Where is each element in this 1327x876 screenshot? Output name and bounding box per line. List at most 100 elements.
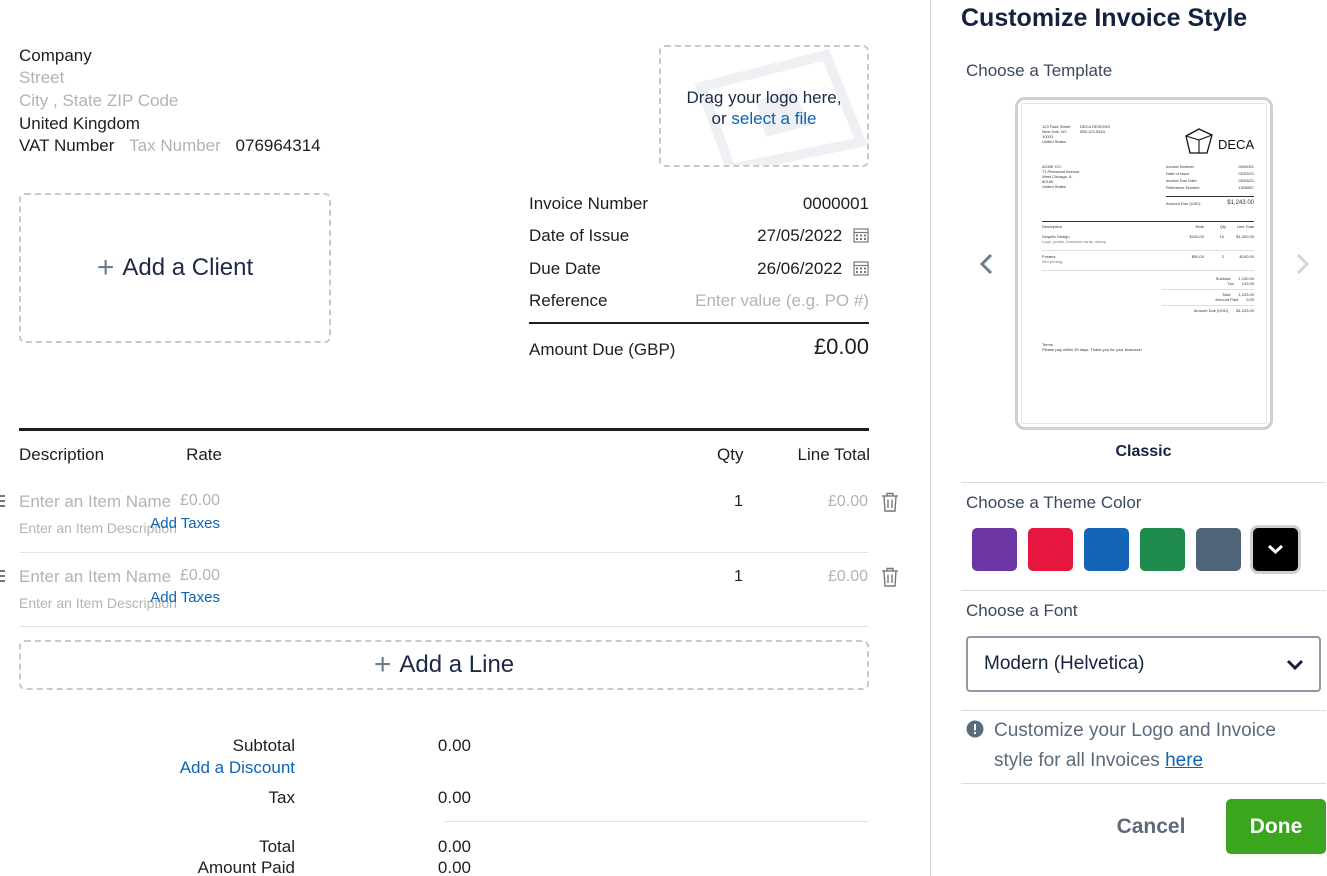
- logo-dropzone[interactable]: Drag your logo here, or select a file: [659, 45, 869, 167]
- preview-text: 10: [1219, 234, 1224, 239]
- item-rate-field[interactable]: £0.00: [180, 567, 220, 585]
- chevron-left-icon[interactable]: [975, 250, 999, 278]
- preview-text: Reference Number: [1166, 185, 1200, 190]
- color-swatch-red[interactable]: [1028, 528, 1073, 571]
- theme-color-label: Choose a Theme Color: [966, 493, 1142, 512]
- due-date-label: Due Date: [529, 259, 601, 278]
- preview-text: Tax: [1227, 281, 1234, 286]
- select-file-link[interactable]: select a file: [731, 109, 816, 128]
- vat-value[interactable]: 076964314: [236, 136, 321, 155]
- panel-title: Customize Invoice Style: [961, 4, 1248, 32]
- calendar-icon[interactable]: [853, 227, 869, 243]
- preview-text: 2: [1221, 254, 1224, 259]
- item-name-field[interactable]: Enter an Item Name: [19, 567, 171, 587]
- reference-field[interactable]: Enter value (e.g. PO #): [695, 289, 869, 313]
- add-discount-link[interactable]: Add a Discount: [180, 758, 295, 778]
- font-select-value: Modern (Helvetica): [984, 653, 1145, 674]
- item-name-field[interactable]: Enter an Item Name: [19, 492, 171, 512]
- preview-text: United States: [1042, 184, 1067, 189]
- preview-text: Amount Due (USD): [1193, 308, 1229, 313]
- color-swatch-purple[interactable]: [972, 528, 1017, 571]
- preview-text: $1,243.00: [1227, 200, 1254, 206]
- preview-to: ACME CO. 71 Pinewood Avenue West Chicago…: [1042, 164, 1080, 189]
- trash-icon[interactable]: [881, 567, 899, 587]
- preview-text: 555-123-5344: [1080, 129, 1105, 134]
- totals-divider: [444, 821, 869, 822]
- preview-logo-text: DECA: [1218, 137, 1255, 152]
- street-field[interactable]: Street: [19, 67, 64, 89]
- add-client-button[interactable]: + Add a Client: [19, 193, 331, 343]
- color-swatch-green[interactable]: [1140, 528, 1185, 571]
- drag-handle-icon[interactable]: [0, 495, 5, 508]
- preview-text: Idrn printng: [1042, 259, 1063, 264]
- preview-text: $50.00: [1191, 254, 1204, 259]
- country-field[interactable]: United Kingdom: [19, 113, 140, 135]
- date-of-issue-value: 27/05/2022: [757, 226, 843, 245]
- info-here-link[interactable]: here: [1165, 750, 1203, 771]
- item-line-total: £0.00: [827, 493, 868, 510]
- preview-text: Qty: [1219, 224, 1226, 229]
- trash-icon[interactable]: [881, 492, 899, 512]
- preview-row-divider: [1042, 250, 1254, 251]
- company-name[interactable]: Company: [19, 45, 92, 67]
- panel-divider: [961, 783, 1326, 784]
- plus-icon: +: [373, 648, 392, 681]
- invoice-number-field[interactable]: 0000001: [803, 192, 869, 216]
- preview-text: Date of Issue: [1166, 171, 1190, 176]
- tax-number-field[interactable]: Tax Number: [129, 136, 221, 155]
- preview-totals: Subtotal 1,100.00 Tax 143.00 Total 1,243.00…: [1162, 276, 1254, 313]
- preview-text: 143.00: [1241, 281, 1254, 286]
- add-taxes-link[interactable]: Add Taxes: [150, 515, 220, 532]
- preview-divider: [1042, 221, 1254, 222]
- calendar-icon[interactable]: [853, 260, 869, 276]
- font-select[interactable]: Modern (Helvetica): [966, 636, 1321, 692]
- panel-divider: [961, 590, 1326, 591]
- date-of-issue-label: Date of Issue: [529, 226, 630, 245]
- color-swatch-slate[interactable]: [1196, 528, 1241, 571]
- preview-text: Amount Paid: [1215, 297, 1239, 302]
- color-swatch-black[interactable]: [1253, 528, 1298, 571]
- preview-text: 02/03/21: [1238, 171, 1254, 176]
- preview-meta: Invoice Number 0000001 Date of Issue 02/03…: [1166, 164, 1254, 206]
- meta-divider: [529, 322, 869, 324]
- logo-instructions: Drag your logo here, or select a file: [661, 87, 867, 129]
- invoice-number-label: Invoice Number: [529, 194, 649, 213]
- chevron-right-icon[interactable]: [1290, 250, 1314, 278]
- vat-label: VAT Number: [19, 136, 115, 155]
- font-label: Choose a Font: [966, 601, 1078, 620]
- done-button[interactable]: Done: [1226, 799, 1326, 854]
- item-qty-field[interactable]: 1: [734, 568, 743, 586]
- panel-divider: [961, 710, 1326, 711]
- vat-row: VAT Number Tax Number 076964314: [19, 135, 321, 157]
- row-divider: [19, 626, 869, 627]
- add-line-button[interactable]: + Add a Line: [19, 640, 869, 690]
- drag-handle-icon[interactable]: [0, 570, 5, 583]
- amount-paid-value: 0.00: [437, 858, 471, 876]
- total-value: 0.00: [437, 837, 471, 856]
- date-of-issue-field[interactable]: 27/05/2022: [757, 224, 869, 248]
- preview-text: $100.00: [1239, 254, 1254, 259]
- city-state-zip-field[interactable]: City , State ZIP Code: [19, 90, 178, 112]
- due-date-field[interactable]: 26/06/2022: [757, 257, 869, 281]
- color-swatch-blue[interactable]: [1084, 528, 1129, 571]
- preview-text: Please pay within 30 days. Thank you for…: [1042, 347, 1142, 352]
- preview-text: 1928657: [1238, 185, 1254, 190]
- preview-text: Description: [1042, 224, 1063, 229]
- preview-text: Rate: [1195, 224, 1204, 229]
- add-client-label: Add a Client: [122, 254, 254, 281]
- template-preview-classic[interactable]: 123 Fake Street New York, NY 10003 Unite…: [1015, 97, 1273, 430]
- item-line-total: £0.00: [827, 568, 868, 585]
- amount-paid-label: Amount Paid: [197, 858, 295, 876]
- invoice-editor: Company Street City , State ZIP Code Uni…: [0, 0, 930, 876]
- table-top-divider: [19, 428, 869, 431]
- item-qty-field[interactable]: 1: [734, 493, 743, 511]
- reference-row: Reference Enter value (e.g. PO #): [529, 289, 869, 313]
- reference-label: Reference: [529, 291, 608, 310]
- preview-text: 0.00: [1246, 297, 1254, 302]
- preview-company: DECA DESIGNS 555-123-5344: [1080, 124, 1110, 134]
- header-line-total: Line Total: [797, 445, 870, 464]
- item-rate-field[interactable]: £0.00: [180, 492, 220, 510]
- add-taxes-link[interactable]: Add Taxes: [150, 589, 220, 606]
- template-label: Choose a Template: [966, 61, 1113, 80]
- cancel-button[interactable]: Cancel: [1101, 800, 1201, 854]
